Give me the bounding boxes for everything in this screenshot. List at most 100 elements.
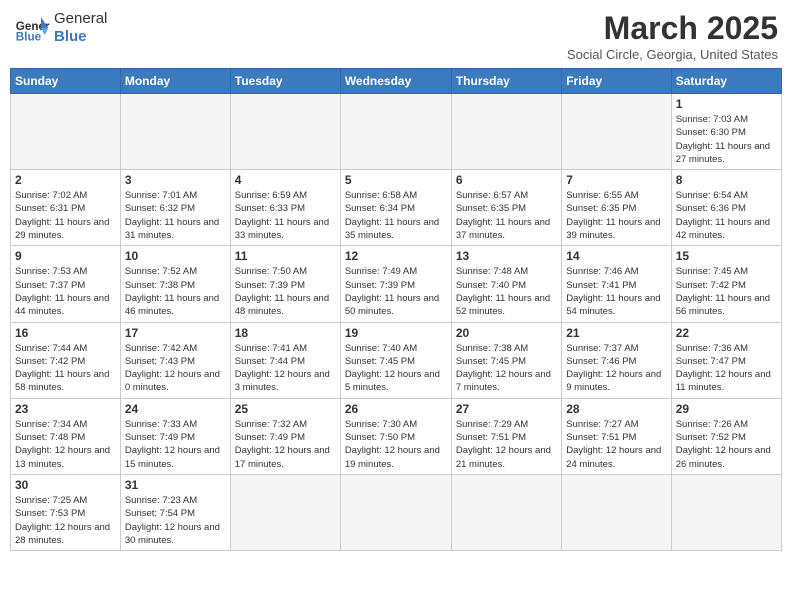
calendar-cell: 2 Sunrise: 7:02 AM Sunset: 6:31 PM Daylig… — [11, 170, 121, 246]
calendar-cell: 26Sunrise: 7:30 AM Sunset: 7:50 PM Dayli… — [340, 398, 451, 474]
day-number: 5 — [345, 173, 447, 187]
logo: General Blue General Blue — [14, 10, 107, 46]
calendar-cell: 22 Sunrise: 7:36 AM Sunset: 7:47 PM Dayli… — [671, 322, 781, 398]
day-number: 13 — [456, 249, 557, 263]
day-info: Sunrise: 7:29 AM Sunset: 7:51 PM Dayligh… — [456, 418, 557, 471]
calendar-cell — [562, 474, 671, 550]
calendar-cell — [451, 474, 561, 550]
calendar-cell: 13 Sunrise: 7:48 AM Sunset: 7:40 PM Dayli… — [451, 246, 561, 322]
calendar-cell: 18Sunrise: 7:41 AM Sunset: 7:44 PM Dayli… — [230, 322, 340, 398]
calendar-cell: 15 Sunrise: 7:45 AM Sunset: 7:42 PM Dayli… — [671, 246, 781, 322]
day-number: 9 — [15, 249, 116, 263]
col-header-saturday: Saturday — [671, 69, 781, 94]
calendar-header-row: SundayMondayTuesdayWednesdayThursdayFrid… — [11, 69, 782, 94]
day-info: Sunrise: 7:37 AM Sunset: 7:46 PM Dayligh… — [566, 342, 666, 395]
calendar-cell: 9 Sunrise: 7:53 AM Sunset: 7:37 PM Daylig… — [11, 246, 121, 322]
calendar-week-row: 23 Sunrise: 7:34 AM Sunset: 7:48 PM Dayli… — [11, 398, 782, 474]
day-number: 22 — [676, 326, 777, 340]
day-info: Sunrise: 6:57 AM Sunset: 6:35 PM Dayligh… — [456, 189, 557, 242]
day-number: 16 — [15, 326, 116, 340]
day-info: Sunrise: 7:45 AM Sunset: 7:42 PM Dayligh… — [676, 265, 777, 318]
day-number: 24 — [125, 402, 226, 416]
day-info: Sunrise: 7:46 AM Sunset: 7:41 PM Dayligh… — [566, 265, 666, 318]
calendar-cell: 20 Sunrise: 7:38 AM Sunset: 7:45 PM Dayli… — [451, 322, 561, 398]
month-title: March 2025 — [567, 10, 778, 47]
calendar-cell: 14 Sunrise: 7:46 AM Sunset: 7:41 PM Dayli… — [562, 246, 671, 322]
calendar-cell: 16Sunrise: 7:44 AM Sunset: 7:42 PM Dayli… — [11, 322, 121, 398]
calendar-cell: 12 Sunrise: 7:49 AM Sunset: 7:39 PM Dayli… — [340, 246, 451, 322]
day-number: 11 — [235, 249, 336, 263]
calendar-cell: 11 Sunrise: 7:50 AM Sunset: 7:39 PM Dayli… — [230, 246, 340, 322]
calendar-cell: 21Sunrise: 7:37 AM Sunset: 7:46 PM Dayli… — [562, 322, 671, 398]
page-header: General Blue General Blue March 2025 Soc… — [10, 10, 782, 62]
day-number: 3 — [125, 173, 226, 187]
calendar-cell: 25 Sunrise: 7:32 AM Sunset: 7:49 PM Dayli… — [230, 398, 340, 474]
day-info: Sunrise: 7:38 AM Sunset: 7:45 PM Dayligh… — [456, 342, 557, 395]
day-number: 10 — [125, 249, 226, 263]
day-number: 1 — [676, 97, 777, 111]
calendar-cell — [230, 94, 340, 170]
day-number: 7 — [566, 173, 666, 187]
day-number: 25 — [235, 402, 336, 416]
day-info: Sunrise: 7:50 AM Sunset: 7:39 PM Dayligh… — [235, 265, 336, 318]
calendar-cell: 30Sunrise: 7:25 AM Sunset: 7:53 PM Dayli… — [11, 474, 121, 550]
day-info: Sunrise: 7:42 AM Sunset: 7:43 PM Dayligh… — [125, 342, 226, 395]
day-info: Sunrise: 7:02 AM Sunset: 6:31 PM Dayligh… — [15, 189, 116, 242]
day-number: 23 — [15, 402, 116, 416]
day-number: 29 — [676, 402, 777, 416]
calendar-week-row: 30Sunrise: 7:25 AM Sunset: 7:53 PM Dayli… — [11, 474, 782, 550]
col-header-sunday: Sunday — [11, 69, 121, 94]
day-info: Sunrise: 7:41 AM Sunset: 7:44 PM Dayligh… — [235, 342, 336, 395]
day-number: 26 — [345, 402, 447, 416]
day-info: Sunrise: 7:26 AM Sunset: 7:52 PM Dayligh… — [676, 418, 777, 471]
calendar-cell: 6 Sunrise: 6:57 AM Sunset: 6:35 PM Daylig… — [451, 170, 561, 246]
day-info: Sunrise: 7:52 AM Sunset: 7:38 PM Dayligh… — [125, 265, 226, 318]
col-header-thursday: Thursday — [451, 69, 561, 94]
calendar-cell — [340, 94, 451, 170]
day-number: 14 — [566, 249, 666, 263]
location: Social Circle, Georgia, United States — [567, 47, 778, 62]
day-info: Sunrise: 7:01 AM Sunset: 6:32 PM Dayligh… — [125, 189, 226, 242]
day-info: Sunrise: 6:55 AM Sunset: 6:35 PM Dayligh… — [566, 189, 666, 242]
calendar-cell — [451, 94, 561, 170]
calendar-week-row: 1 Sunrise: 7:03 AM Sunset: 6:30 PM Daylig… — [11, 94, 782, 170]
calendar-cell: 3 Sunrise: 7:01 AM Sunset: 6:32 PM Daylig… — [120, 170, 230, 246]
calendar-cell: 23 Sunrise: 7:34 AM Sunset: 7:48 PM Dayli… — [11, 398, 121, 474]
col-header-friday: Friday — [562, 69, 671, 94]
title-block: March 2025 Social Circle, Georgia, Unite… — [567, 10, 778, 62]
day-info: Sunrise: 7:32 AM Sunset: 7:49 PM Dayligh… — [235, 418, 336, 471]
calendar-week-row: 16Sunrise: 7:44 AM Sunset: 7:42 PM Dayli… — [11, 322, 782, 398]
day-info: Sunrise: 7:23 AM Sunset: 7:54 PM Dayligh… — [125, 494, 226, 547]
calendar-cell: 7 Sunrise: 6:55 AM Sunset: 6:35 PM Daylig… — [562, 170, 671, 246]
calendar-cell: 5Sunrise: 6:58 AM Sunset: 6:34 PM Daylig… — [340, 170, 451, 246]
calendar-week-row: 9 Sunrise: 7:53 AM Sunset: 7:37 PM Daylig… — [11, 246, 782, 322]
day-info: Sunrise: 7:25 AM Sunset: 7:53 PM Dayligh… — [15, 494, 116, 547]
day-info: Sunrise: 7:03 AM Sunset: 6:30 PM Dayligh… — [676, 113, 777, 166]
calendar-cell — [671, 474, 781, 550]
day-info: Sunrise: 6:59 AM Sunset: 6:33 PM Dayligh… — [235, 189, 336, 242]
day-number: 27 — [456, 402, 557, 416]
calendar-cell: 24Sunrise: 7:33 AM Sunset: 7:49 PM Dayli… — [120, 398, 230, 474]
day-number: 12 — [345, 249, 447, 263]
calendar-cell: 28Sunrise: 7:27 AM Sunset: 7:51 PM Dayli… — [562, 398, 671, 474]
calendar-cell: 19Sunrise: 7:40 AM Sunset: 7:45 PM Dayli… — [340, 322, 451, 398]
day-number: 20 — [456, 326, 557, 340]
day-number: 15 — [676, 249, 777, 263]
calendar-cell — [562, 94, 671, 170]
day-info: Sunrise: 7:53 AM Sunset: 7:37 PM Dayligh… — [15, 265, 116, 318]
calendar-cell — [230, 474, 340, 550]
day-info: Sunrise: 7:48 AM Sunset: 7:40 PM Dayligh… — [456, 265, 557, 318]
day-info: Sunrise: 7:34 AM Sunset: 7:48 PM Dayligh… — [15, 418, 116, 471]
day-info: Sunrise: 7:49 AM Sunset: 7:39 PM Dayligh… — [345, 265, 447, 318]
calendar-cell: 10 Sunrise: 7:52 AM Sunset: 7:38 PM Dayli… — [120, 246, 230, 322]
calendar-week-row: 2 Sunrise: 7:02 AM Sunset: 6:31 PM Daylig… — [11, 170, 782, 246]
day-number: 2 — [15, 173, 116, 187]
day-info: Sunrise: 6:54 AM Sunset: 6:36 PM Dayligh… — [676, 189, 777, 242]
day-number: 28 — [566, 402, 666, 416]
day-info: Sunrise: 7:36 AM Sunset: 7:47 PM Dayligh… — [676, 342, 777, 395]
calendar-table: SundayMondayTuesdayWednesdayThursdayFrid… — [10, 68, 782, 551]
logo-blue: Blue — [54, 28, 107, 46]
day-number: 19 — [345, 326, 447, 340]
day-number: 6 — [456, 173, 557, 187]
calendar-cell — [11, 94, 121, 170]
